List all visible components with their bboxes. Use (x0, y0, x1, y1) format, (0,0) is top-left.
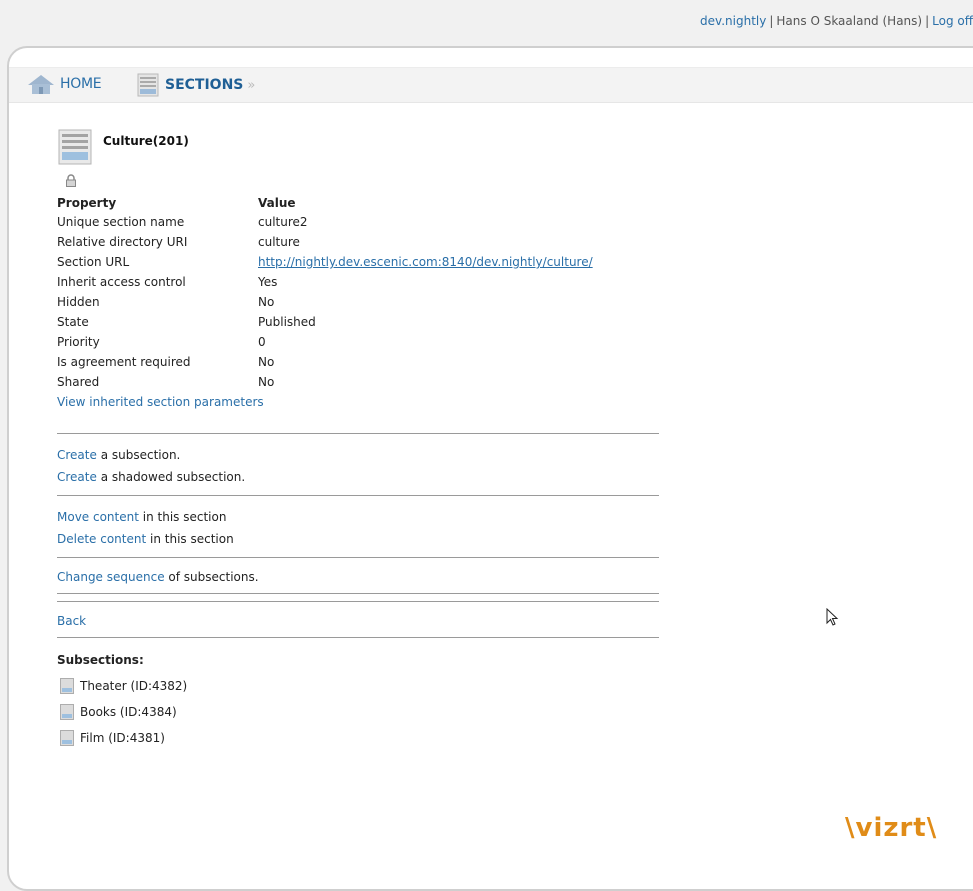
home-icon (28, 75, 54, 94)
property-header: Property (57, 196, 117, 210)
move-content-text: in this section (138, 510, 227, 524)
section-icon (60, 704, 74, 720)
property-name: Priority (57, 335, 100, 349)
table-row: Relative directory URI culture (57, 232, 593, 252)
table-row: State Published (57, 312, 593, 332)
property-name: Inherit access control (57, 275, 186, 289)
view-inherited-params-link[interactable]: View inherited section parameters (57, 395, 659, 409)
subsections-title: Subsections: (57, 653, 144, 667)
property-name: Unique section name (57, 215, 185, 229)
section-icon (60, 730, 74, 746)
subsection-label: Theater (ID:4382) (80, 679, 188, 693)
subsection-label: Books (ID:4384) (80, 705, 177, 719)
separator: | (925, 14, 930, 28)
breadcrumb-nav: HOME SECTIONS » (9, 67, 973, 103)
change-sequence-text: of subsections. (164, 570, 259, 584)
nav-sections-label: SECTIONS (165, 77, 244, 93)
separator: | (769, 14, 774, 28)
create-subsection-text: a subsection. (96, 448, 181, 462)
table-row: Hidden No (57, 292, 593, 312)
properties-table: Property Value Unique section name cultu… (57, 194, 593, 392)
delete-content-link[interactable]: Delete content (57, 532, 146, 546)
property-value: culture2 (258, 215, 308, 229)
table-row: Inherit access control Yes (57, 272, 593, 292)
subsection-label: Film (ID:4381) (80, 731, 165, 745)
section-url-link[interactable]: http://nightly.dev.escenic.com:8140/dev.… (258, 255, 593, 269)
user-name: Hans O Skaaland (Hans) (776, 14, 923, 28)
divider (57, 593, 659, 594)
sequence-actions: Change sequence of subsections. (57, 558, 659, 593)
create-subsection-link[interactable]: Create (57, 448, 97, 462)
table-row: Priority 0 (57, 332, 593, 352)
back-link[interactable]: Back (57, 614, 86, 628)
move-content-link[interactable]: Move content (57, 510, 139, 524)
list-item[interactable]: Books (ID:4384) (60, 699, 659, 725)
content-actions: Move content in this section Delete cont… (57, 496, 659, 557)
back-actions: Back (57, 602, 659, 637)
value-header: Value (258, 196, 296, 210)
table-row: Is agreement required No (57, 352, 593, 372)
mouse-cursor-icon (826, 608, 839, 626)
nav-home-button[interactable]: HOME (26, 74, 102, 94)
property-value: culture (258, 235, 300, 249)
section-title: Culture(201) (103, 134, 189, 148)
table-row: Unique section name culture2 (57, 212, 593, 232)
user-bar: dev.nightly | Hans O Skaaland (Hans) | Log o… (700, 14, 973, 28)
table-header-row: Property Value (57, 194, 593, 212)
list-item[interactable]: Theater (ID:4382) (60, 673, 659, 699)
section-details: Culture(201) Property Value Unique secti… (57, 126, 659, 751)
nav-sections-button[interactable]: SECTIONS » (137, 73, 255, 97)
vizrt-logo: \vizrt\ (845, 813, 938, 843)
change-sequence-link[interactable]: Change sequence (57, 570, 165, 584)
table-row: Shared No (57, 372, 593, 392)
property-value: Yes (258, 275, 278, 289)
list-item[interactable]: Film (ID:4381) (60, 725, 659, 751)
divider (57, 637, 659, 638)
sections-icon (137, 73, 159, 97)
section-heading: Culture(201) (57, 126, 659, 187)
logout-link[interactable]: Log off (932, 14, 973, 28)
create-shadowed-text: a shadowed subsection. (96, 470, 246, 484)
breadcrumb-separator: » (247, 77, 256, 93)
property-name: Relative directory URI (57, 235, 188, 249)
delete-content-text: in this section (146, 532, 234, 546)
property-name: State (57, 315, 89, 329)
section-icon (60, 678, 74, 694)
property-value: 0 (258, 335, 266, 349)
property-value: No (258, 295, 275, 309)
section-icon (58, 129, 92, 165)
publication-link[interactable]: dev.nightly (700, 14, 766, 28)
main-panel: HOME SECTIONS » Culture(201) Property Va… (7, 46, 973, 891)
property-value: No (258, 375, 275, 389)
property-name: Is agreement required (57, 355, 191, 369)
table-row: Section URL http://nightly.dev.escenic.c… (57, 252, 593, 272)
lock-icon (66, 174, 76, 187)
create-actions: Create a subsection. Create a shadowed s… (57, 434, 659, 495)
property-name: Shared (57, 375, 100, 389)
nav-home-label: HOME (60, 76, 102, 92)
property-value: Published (258, 315, 316, 329)
property-value: No (258, 355, 275, 369)
property-name: Section URL (57, 255, 130, 269)
property-name: Hidden (57, 295, 100, 309)
create-shadowed-subsection-link[interactable]: Create (57, 470, 97, 484)
